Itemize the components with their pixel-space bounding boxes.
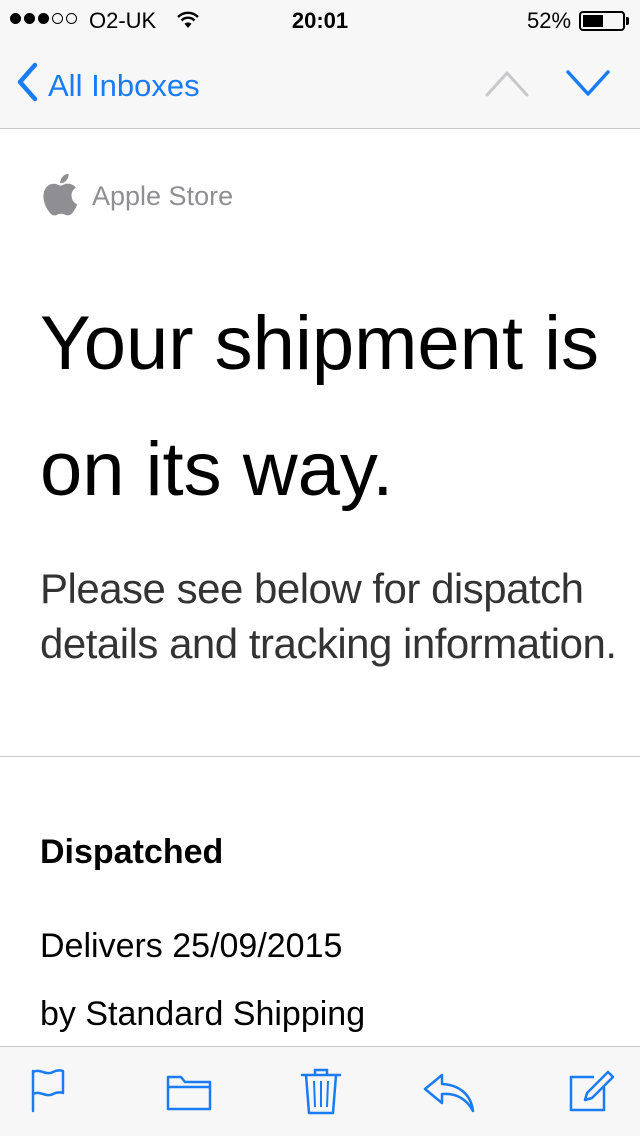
sender: Apple Store (40, 171, 233, 222)
divider (0, 756, 640, 757)
reply-button[interactable] (422, 1071, 476, 1118)
delete-button[interactable] (300, 1067, 342, 1120)
sender-name: Apple Store (92, 181, 234, 211)
flag-button[interactable] (30, 1067, 66, 1118)
navigation-bar: All Inboxes (0, 40, 640, 129)
next-message-button[interactable] (565, 66, 611, 105)
chevron-left-icon (16, 62, 38, 110)
folder-icon (166, 1075, 212, 1115)
chevron-up-icon (484, 71, 530, 104)
mail-screen: O2-UK 20:01 52% All Inboxes Apple Store … (0, 0, 640, 1136)
reply-icon (422, 1073, 476, 1117)
move-to-folder-button[interactable] (166, 1073, 212, 1116)
back-button[interactable]: All Inboxes (16, 62, 200, 110)
bottom-toolbar (0, 1046, 640, 1136)
shipment-status-heading: Dispatched (40, 833, 224, 871)
trash-icon (300, 1068, 342, 1119)
back-button-label: All Inboxes (48, 68, 200, 103)
apple-logo-icon (40, 171, 78, 222)
compose-icon (568, 1070, 616, 1117)
email-headline: Your shipment is on its way. (40, 301, 600, 512)
battery-tip (626, 17, 629, 25)
shipping-method: by Standard Shipping (40, 995, 366, 1033)
delivery-date: Delivers 25/09/2015 (40, 927, 343, 965)
email-subtext: Please see below for dispatch details an… (40, 565, 617, 667)
previous-message-button[interactable] (484, 66, 530, 105)
flag-icon (30, 1069, 66, 1117)
status-bar: O2-UK 20:01 52% (0, 0, 640, 40)
battery-percent: 52% (527, 8, 572, 33)
chevron-down-icon (565, 70, 611, 104)
compose-button[interactable] (568, 1069, 616, 1118)
battery-icon (579, 11, 625, 31)
